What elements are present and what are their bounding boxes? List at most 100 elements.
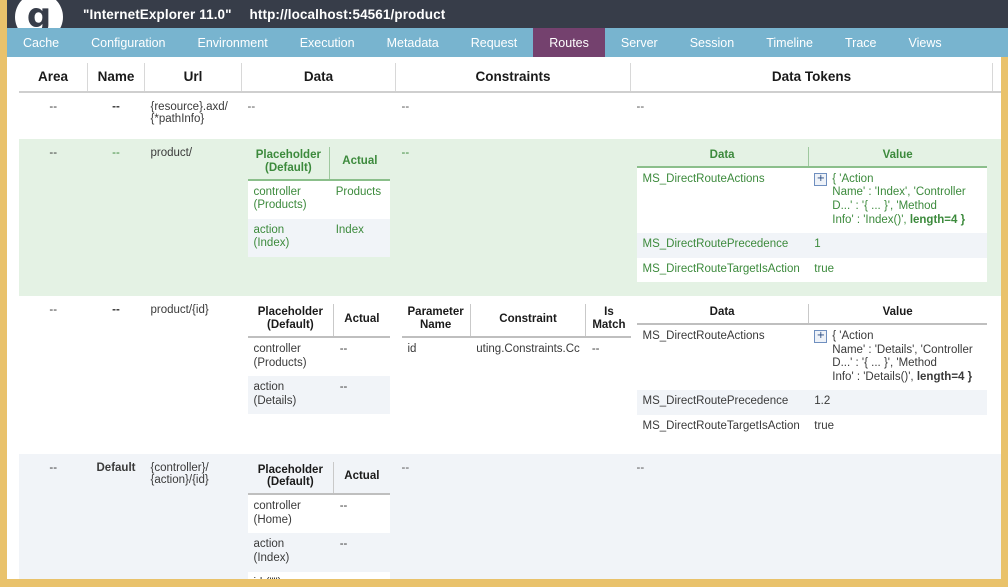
- sub-col-header-actual: Actual: [333, 304, 390, 338]
- cell-data-tokens: --: [630, 453, 993, 579]
- col-header-data: Data: [241, 63, 396, 93]
- title-text: "InternetExplorer 11.0" http://localhost…: [83, 7, 445, 22]
- token-value-length: length=4 }: [909, 213, 966, 226]
- cell-constraints: --: [395, 139, 631, 297]
- tokens-sub-table: Data Value MS_DirectRouteActions + { 'Action…: [636, 304, 987, 440]
- token-value-wrap: true: [814, 420, 980, 434]
- placeholder-cell: controller (Products): [247, 337, 334, 377]
- placeholder-cell: action (Index): [247, 533, 334, 572]
- placeholder-value: controller: [253, 500, 301, 513]
- token-name-cell: MS_DirectRoutePrecedence: [636, 233, 809, 258]
- token-value-wrap: + { 'Action Name' : 'Details', 'Controller…: [814, 330, 980, 384]
- url-text: {resource}.axd/: [150, 101, 228, 113]
- tokens-sub-head: Data Value: [636, 147, 987, 168]
- constraints-empty: --: [401, 101, 410, 113]
- token-name-cell: MS_DirectRouteActions: [636, 166, 809, 234]
- data-sub-header-row: Placeholder (Default) Actual: [247, 461, 390, 496]
- cell-url: {resource}.axd/{*pathInfo}: [144, 92, 242, 139]
- cell-duration: 0.01 ms: [992, 296, 1001, 454]
- actual-cell: --: [333, 494, 390, 534]
- table-row: ----{resource}.axd/{*pathInfo}------0.02…: [19, 92, 1001, 139]
- tab-bar[interactable]: Cache Configuration Environment Execution Me…: [7, 28, 1008, 57]
- table-row: -- -- product/Placeholder (Default) Actual co…: [19, 139, 1001, 297]
- placeholder-value: controller: [253, 343, 301, 355]
- cell-data-tokens: Data Value MS_DirectRouteActions + { 'Action…: [630, 139, 993, 297]
- url-text-line2: {action}/{id}: [150, 473, 209, 486]
- constraints-empty: --: [401, 461, 410, 474]
- cell-constraints: Parameter Name Constraint Is Match id uting.Co…: [395, 296, 632, 454]
- token-name-cell: MS_DirectRouteTargetIsAction: [636, 414, 809, 440]
- sub-col-header-parameter-name: Parameter Name: [401, 304, 471, 338]
- url-text-line2: {*pathInfo}: [150, 113, 205, 125]
- tokens-sub-head: Data Value: [636, 304, 987, 326]
- sub-col-header-placeholder-line2: (Default): [267, 476, 314, 489]
- sub-col-header-token-data: Data: [636, 147, 809, 168]
- token-value-line: 1: [814, 238, 821, 251]
- tab-execution[interactable]: Execution: [284, 28, 371, 57]
- placeholder-cell: controller (Home): [247, 494, 334, 534]
- cell-url: product/{id}: [144, 296, 242, 454]
- sub-col-header-placeholder-line2: (Default): [267, 319, 314, 332]
- constraints-empty: --: [401, 147, 410, 159]
- tab-trace[interactable]: Trace: [829, 28, 893, 57]
- tab-server[interactable]: Server: [605, 28, 674, 57]
- data-tokens-empty: --: [636, 101, 645, 113]
- placeholder-value-line2: (Products): [253, 356, 307, 369]
- sub-col-header-parameter-line2: Name: [419, 319, 452, 332]
- tab-timeline[interactable]: Timeline: [750, 28, 829, 57]
- url-text: product/: [150, 147, 193, 159]
- placeholder-value: id (""): [254, 577, 328, 580]
- tokens-sub-row: MS_DirectRouteTargetIsAction true: [636, 257, 987, 283]
- tab-session[interactable]: Session: [674, 28, 750, 57]
- placeholder-value: action: [253, 538, 285, 551]
- cell-data: Placeholder (Default) Actual controller (Pro…: [241, 139, 396, 297]
- tab-configuration[interactable]: Configuration: [75, 28, 181, 57]
- col-header-constraints: Constraints: [395, 63, 631, 93]
- data-sub-row: action (Index) --: [247, 533, 390, 572]
- expand-plus-icon[interactable]: +: [814, 330, 828, 344]
- constraints-sub-table: Parameter Name Constraint Is Match id uting.Co…: [401, 304, 632, 363]
- placeholder-cell: id (""): [247, 571, 334, 580]
- token-value-cell: true: [808, 257, 987, 283]
- tokens-sub-row: MS_DirectRoutePrecedence 1.2: [636, 390, 987, 415]
- routes-table-head: Area Name Url Data Constraints Data Toke…: [19, 63, 1001, 93]
- data-sub-row: controller (Products) Products: [247, 179, 390, 219]
- col-header-name: Name: [87, 63, 145, 93]
- cell-constraints: --: [395, 92, 631, 139]
- actual-cell: --: [333, 571, 390, 579]
- placeholder-value: action: [253, 381, 285, 394]
- expand-plus-icon[interactable]: +: [814, 172, 828, 186]
- sub-col-header-placeholder: Placeholder (Default): [247, 461, 335, 496]
- tab-environment[interactable]: Environment: [182, 28, 284, 57]
- url-text: product/{id}: [150, 304, 209, 317]
- sub-col-header-ismatch: Is Match: [585, 304, 632, 338]
- token-value-line: Info' : 'Details()', length=4 }: [832, 370, 973, 383]
- tab-metadata[interactable]: Metadata: [371, 28, 455, 57]
- constraints-sub-body: id uting.Constraints.Cc --: [401, 337, 632, 363]
- data-tokens-empty: --: [636, 461, 645, 474]
- token-value-line: true: [814, 419, 835, 432]
- tokens-sub-row: MS_DirectRouteActions + { 'Action Name' : '…: [636, 324, 987, 391]
- placeholder-value: controller: [253, 185, 301, 198]
- tab-request[interactable]: Request: [455, 28, 534, 57]
- constraint-cell: uting.Constraints.Cc: [470, 337, 586, 363]
- token-value-line: 1.2: [814, 395, 831, 408]
- sub-col-header-placeholder-line1: Placeholder: [257, 463, 323, 476]
- data-sub-row: controller (Home) --: [247, 494, 390, 534]
- table-row: -- Default {controller}/{action}/{id} Place…: [19, 453, 1001, 580]
- data-sub-table: Placeholder (Default) Actual controller (Pro…: [247, 147, 390, 257]
- token-value-text: 1.2: [814, 395, 830, 409]
- tab-views[interactable]: Views: [892, 28, 957, 57]
- tab-routes[interactable]: Routes: [533, 28, 605, 57]
- token-value-text: { 'Action Name' : 'Details', 'Controller D…: [832, 330, 972, 384]
- cell-name: --: [87, 92, 145, 139]
- col-header-duration: Duration: [992, 63, 1001, 93]
- sub-col-header-placeholder-line2: (Default): [265, 161, 312, 174]
- token-value-cell: 1: [808, 233, 987, 258]
- data-empty: --: [247, 101, 256, 113]
- token-value-text: true: [814, 263, 834, 277]
- tab-cache[interactable]: Cache: [7, 28, 75, 57]
- data-sub-body: controller(Home)--action(Index)--id ("")…: [247, 494, 390, 580]
- data-sub-table: Placeholder (Default) Actual controller (Hom…: [247, 461, 390, 580]
- tokens-sub-row: MS_DirectRouteTargetIsAction true: [636, 414, 987, 440]
